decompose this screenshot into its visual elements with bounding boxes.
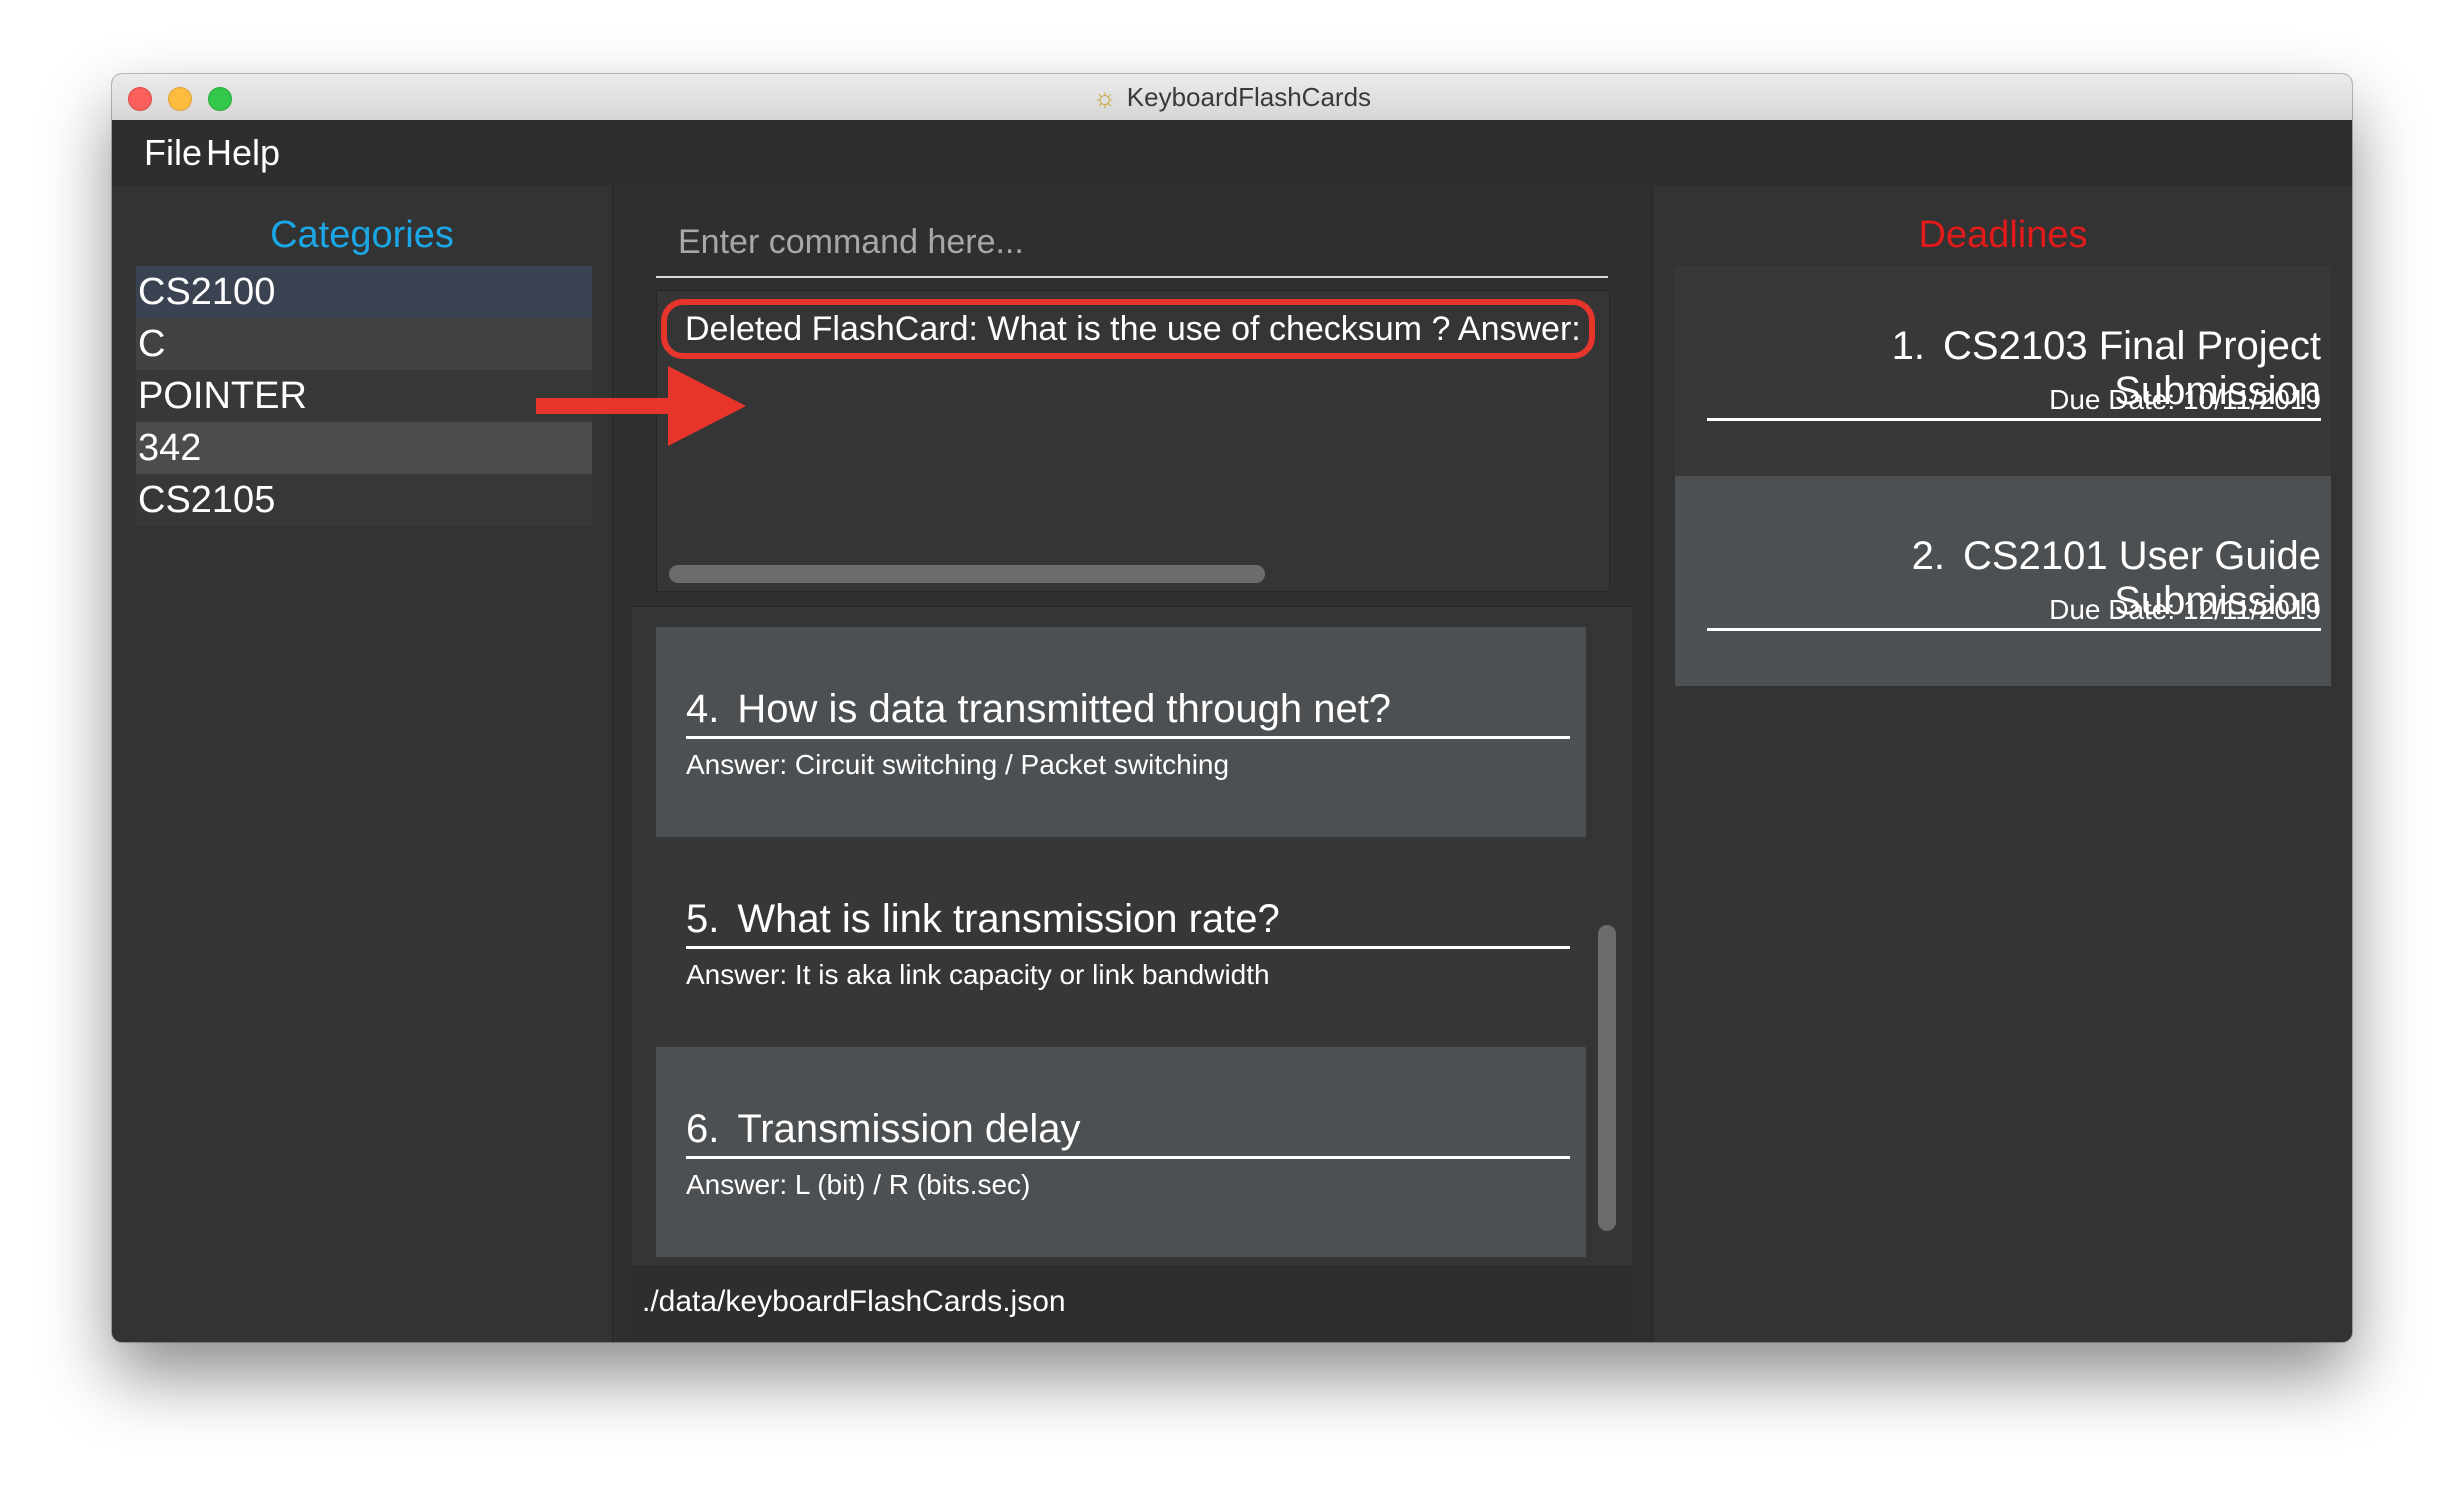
flashcard-question-line: 6. Transmission delay (686, 1107, 1570, 1159)
flashcard-item[interactable]: 4. How is data transmitted through net? A… (656, 627, 1586, 837)
deadline-due-date: Due Date: 10/11/2019 (2049, 384, 2321, 415)
category-item-cs2100[interactable]: CS2100 (136, 266, 592, 318)
flashcard-answer: Answer: L (bit) / R (bits.sec) (686, 1169, 1031, 1200)
deadline-item[interactable]: 2. CS2101 User Guide Submission Due Date:… (1675, 476, 2331, 686)
category-item-pointer[interactable]: POINTER (136, 370, 592, 422)
categories-list: CS2100 C POINTER 342 CS2105 (136, 266, 592, 526)
deadline-due-date: Due Date: 12/11/2019 (2049, 594, 2321, 625)
flashcard-answer: Answer: It is aka link capacity or link … (686, 959, 1270, 990)
flashcard-vertical-scrollbar[interactable] (1598, 925, 1616, 1231)
category-item-342[interactable]: 342 (136, 422, 592, 474)
result-horizontal-scrollbar[interactable] (669, 565, 1265, 583)
menu-bar: File Help (112, 120, 2352, 186)
flashcard-question-line: 4. How is data transmitted through net? (686, 687, 1570, 739)
deadline-number: 2. (1911, 534, 1946, 578)
status-bar: ./data/keyboardFlashCards.json (632, 1266, 1632, 1342)
flashcard-item[interactable]: 5. What is link transmission rate? Answer… (656, 837, 1586, 1047)
flashcard-number: 5. (686, 897, 720, 941)
data-file-path: ./data/keyboardFlashCards.json (642, 1285, 1066, 1318)
deadline-number: 1. (1891, 324, 1926, 368)
deadline-item[interactable]: 1. CS2103 Final Project Submission Due Da… (1675, 266, 2331, 476)
menu-help[interactable]: Help (196, 120, 290, 186)
result-display: Deleted FlashCard: What is the use of ch… (656, 290, 1610, 592)
title-bar: ☼ KeyboardFlashCards (112, 74, 2352, 121)
window-title: KeyboardFlashCards (1126, 81, 1372, 112)
result-message: Deleted FlashCard: What is the use of ch… (685, 310, 1589, 348)
categories-panel: Categories CS2100 C POINTER 342 CS2105 (112, 186, 613, 1342)
flashcard-number: 6. (686, 1107, 720, 1151)
main-panel: Deleted FlashCard: What is the use of ch… (632, 186, 1632, 1342)
annotation-arrow-icon (536, 366, 746, 446)
flashcard-number: 4. (686, 687, 720, 731)
flashcard-answer: Answer: Circuit switching / Packet switc… (686, 749, 1230, 780)
category-item-cs2105[interactable]: CS2105 (136, 474, 592, 526)
flashcard-question: What is link transmission rate? (737, 897, 1280, 941)
flashcard-question: Transmission delay (737, 1107, 1081, 1151)
flashcard-question-line: 5. What is link transmission rate? (686, 897, 1570, 949)
deadlines-title: Deadlines (1918, 214, 2088, 256)
command-input[interactable] (656, 212, 1608, 272)
category-item-c[interactable]: C (136, 318, 592, 370)
lightbulb-icon: ☼ (1092, 82, 1117, 112)
categories-title: Categories (270, 214, 454, 256)
deadlines-panel: Deadlines 1. CS2103 Final Project Submiss… (1652, 186, 2352, 1342)
flashcard-question: How is data transmitted through net? (737, 687, 1392, 731)
command-box (656, 212, 1608, 278)
flashcard-item[interactable]: 6. Transmission delay Answer: L (bit) / R… (656, 1047, 1586, 1257)
app-window: ☼ KeyboardFlashCards File Help Categorie… (112, 74, 2352, 1342)
result-highlight-annotation: Deleted FlashCard: What is the use of ch… (661, 299, 1595, 359)
flashcard-list: 4. How is data transmitted through net? A… (632, 606, 1632, 1267)
